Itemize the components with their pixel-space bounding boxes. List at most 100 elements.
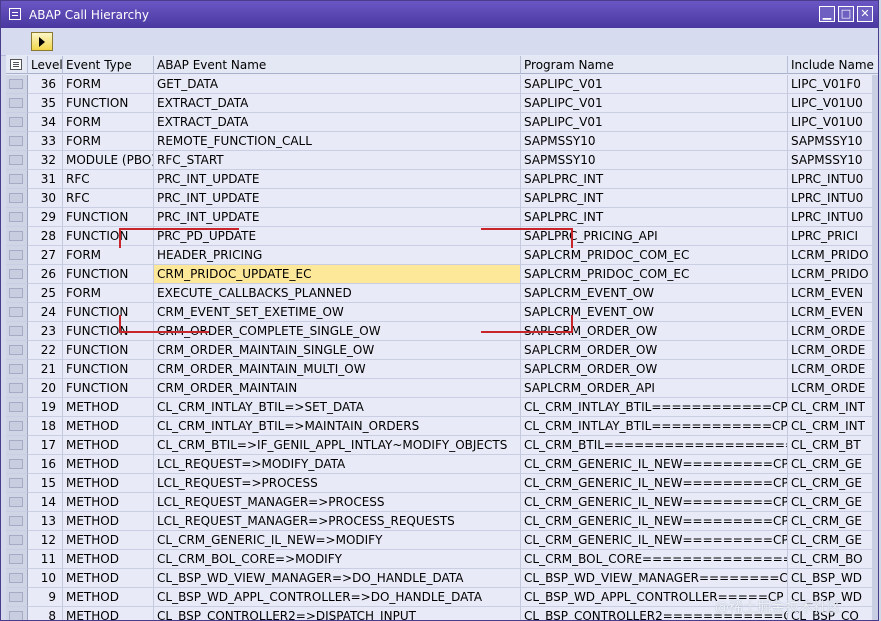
- table-row[interactable]: 17 METHOD CL_CRM_BTIL=>IF_GENIL_APPL_INTLA…: [6, 436, 878, 455]
- include-name-cell: LPRC_INTU0: [788, 170, 878, 189]
- table-row[interactable]: 11 METHOD CL_CRM_BOL_CORE=>MODIFY CL_CRM_BO…: [6, 550, 878, 569]
- row-selector[interactable]: [6, 94, 28, 113]
- table-row[interactable]: 30 RFC PRC_INT_UPDATE SAPLPRC_INT LPRC_INTU0: [6, 189, 878, 208]
- table-row[interactable]: 14 METHOD LCL_REQUEST_MANAGER=>PROCESS CL_C…: [6, 493, 878, 512]
- execute-button[interactable]: [31, 32, 53, 51]
- table-row[interactable]: 32 MODULE (PBO) RFC_START SAPMSSY10 SAPMSSY1…: [6, 151, 878, 170]
- row-selector[interactable]: [6, 379, 28, 398]
- level-cell: 24: [28, 303, 63, 322]
- maximize-button[interactable]: □: [838, 6, 854, 22]
- column-header-include-name[interactable]: Include Name: [788, 56, 878, 74]
- table-row[interactable]: 27 FORM HEADER_PRICING SAPLCRM_PRIDOC_COM_E…: [6, 246, 878, 265]
- table-row[interactable]: 19 METHOD CL_CRM_INTLAY_BTIL=>SET_DATA CL_C…: [6, 398, 878, 417]
- event-name-cell: PRC_INT_UPDATE: [154, 189, 521, 208]
- table-row[interactable]: 13 METHOD LCL_REQUEST_MANAGER=>PROCESS_REQ…: [6, 512, 878, 531]
- annotation-line: [481, 228, 573, 230]
- vertical-scrollbar[interactable]: [872, 75, 878, 620]
- row-selector[interactable]: [6, 531, 28, 550]
- table-row[interactable]: 34 FORM EXTRACT_DATA SAPLIPC_V01 LIPC_V01U0: [6, 113, 878, 132]
- row-selector[interactable]: [6, 75, 28, 94]
- level-cell: 23: [28, 322, 63, 341]
- include-name-cell: LIPC_V01U0: [788, 113, 878, 132]
- table-row[interactable]: 26 FUNCTION CRM_PRIDOC_UPDATE_EC SAPLCRM_PR…: [6, 265, 878, 284]
- event-name-cell: PRC_INT_UPDATE: [154, 208, 521, 227]
- row-selector[interactable]: [6, 398, 28, 417]
- row-selector[interactable]: [6, 246, 28, 265]
- row-selector[interactable]: [6, 569, 28, 588]
- toolbar: [1, 28, 878, 56]
- row-selector[interactable]: [6, 151, 28, 170]
- close-button[interactable]: ✕: [857, 6, 873, 22]
- table-row[interactable]: 12 METHOD CL_CRM_GENERIC_IL_NEW=>MODIFY CL_…: [6, 531, 878, 550]
- row-selector[interactable]: [6, 189, 28, 208]
- event-type-cell: FORM: [63, 246, 154, 265]
- event-name-cell: CL_CRM_INTLAY_BTIL=>MAINTAIN_ORDERS: [154, 417, 521, 436]
- column-header-abap-event-name[interactable]: ABAP Event Name: [154, 56, 521, 74]
- row-selector[interactable]: [6, 588, 28, 607]
- row-selector[interactable]: [6, 227, 28, 246]
- event-type-cell: METHOD: [63, 531, 154, 550]
- include-name-cell: LPRC_INTU0: [788, 189, 878, 208]
- event-type-cell: METHOD: [63, 607, 154, 620]
- row-selector[interactable]: [6, 550, 28, 569]
- table-row[interactable]: 35 FUNCTION EXTRACT_DATA SAPLIPC_V01 LIPC_V0…: [6, 94, 878, 113]
- event-type-cell: FUNCTION: [63, 379, 154, 398]
- row-selector[interactable]: [6, 303, 28, 322]
- table-row[interactable]: 10 METHOD CL_BSP_WD_VIEW_MANAGER=>DO_HANDL…: [6, 569, 878, 588]
- event-type-cell: FUNCTION: [63, 208, 154, 227]
- level-cell: 13: [28, 512, 63, 531]
- column-header-level[interactable]: Level: [28, 56, 63, 74]
- watermark: @稀土掘金技术社区: [715, 600, 841, 616]
- row-selector[interactable]: [6, 208, 28, 227]
- event-name-cell: CRM_ORDER_MAINTAIN_MULTI_OW: [154, 360, 521, 379]
- include-name-cell: CL_BSP_WD: [788, 569, 878, 588]
- table-row[interactable]: 29 FUNCTION PRC_INT_UPDATE SAPLPRC_INT LPRC_…: [6, 208, 878, 227]
- row-selector[interactable]: [6, 132, 28, 151]
- event-type-cell: METHOD: [63, 493, 154, 512]
- row-selector[interactable]: [6, 265, 28, 284]
- minimize-button[interactable]: ▁: [819, 6, 835, 22]
- row-selector[interactable]: [6, 341, 28, 360]
- event-type-cell: METHOD: [63, 455, 154, 474]
- table-row[interactable]: 18 METHOD CL_CRM_INTLAY_BTIL=>MAINTAIN_ORD…: [6, 417, 878, 436]
- row-selector[interactable]: [6, 170, 28, 189]
- row-selector[interactable]: [6, 417, 28, 436]
- row-selector[interactable]: [6, 512, 28, 531]
- table-row[interactable]: 25 FORM EXECUTE_CALLBACKS_PLANNED SAPLCRM_E…: [6, 284, 878, 303]
- annotation-line: [481, 331, 573, 333]
- row-selector[interactable]: [6, 284, 28, 303]
- column-header-event-type[interactable]: Event Type: [63, 56, 154, 74]
- event-type-cell: METHOD: [63, 569, 154, 588]
- include-name-cell: SAPMSSY10: [788, 151, 878, 170]
- event-type-cell: METHOD: [63, 474, 154, 493]
- level-cell: 32: [28, 151, 63, 170]
- event-name-cell: CL_BSP_WD_VIEW_MANAGER=>DO_HANDLE_DATA: [154, 569, 521, 588]
- row-selector[interactable]: [6, 607, 28, 620]
- level-cell: 31: [28, 170, 63, 189]
- row-selector[interactable]: [6, 322, 28, 341]
- column-header-program-name[interactable]: Program Name: [521, 56, 788, 74]
- level-cell: 36: [28, 75, 63, 94]
- row-selector[interactable]: [6, 455, 28, 474]
- event-type-cell: MODULE (PBO): [63, 151, 154, 170]
- table-row[interactable]: 15 METHOD LCL_REQUEST=>PROCESS CL_CRM_GENER…: [6, 474, 878, 493]
- event-name-cell: EXTRACT_DATA: [154, 94, 521, 113]
- table-row[interactable]: 16 METHOD LCL_REQUEST=>MODIFY_DATA CL_CRM_G…: [6, 455, 878, 474]
- event-name-cell: LCL_REQUEST=>MODIFY_DATA: [154, 455, 521, 474]
- row-selector[interactable]: [6, 474, 28, 493]
- include-name-cell: CL_CRM_BT: [788, 436, 878, 455]
- include-name-cell: LCRM_EVEN: [788, 284, 878, 303]
- table-row[interactable]: 31 RFC PRC_INT_UPDATE SAPLPRC_INT LPRC_INTU0: [6, 170, 878, 189]
- table-row[interactable]: 33 FORM REMOTE_FUNCTION_CALL SAPMSSY10 SAPMS…: [6, 132, 878, 151]
- table-row[interactable]: 20 FUNCTION CRM_ORDER_MAINTAIN SAPLCRM_ORDE…: [6, 379, 878, 398]
- table-row[interactable]: 22 FUNCTION CRM_ORDER_MAINTAIN_SINGLE_OW SA…: [6, 341, 878, 360]
- row-selector[interactable]: [6, 113, 28, 132]
- row-selector[interactable]: [6, 360, 28, 379]
- table-row[interactable]: 24 FUNCTION CRM_EVENT_SET_EXETIME_OW SAPLCR…: [6, 303, 878, 322]
- row-selector[interactable]: [6, 493, 28, 512]
- event-name-cell: CRM_ORDER_MAINTAIN: [154, 379, 521, 398]
- table-row[interactable]: 21 FUNCTION CRM_ORDER_MAINTAIN_MULTI_OW SAP…: [6, 360, 878, 379]
- layout-selector[interactable]: [6, 56, 28, 74]
- table-row[interactable]: 36 FORM GET_DATA SAPLIPC_V01 LIPC_V01F0: [6, 75, 878, 94]
- row-selector[interactable]: [6, 436, 28, 455]
